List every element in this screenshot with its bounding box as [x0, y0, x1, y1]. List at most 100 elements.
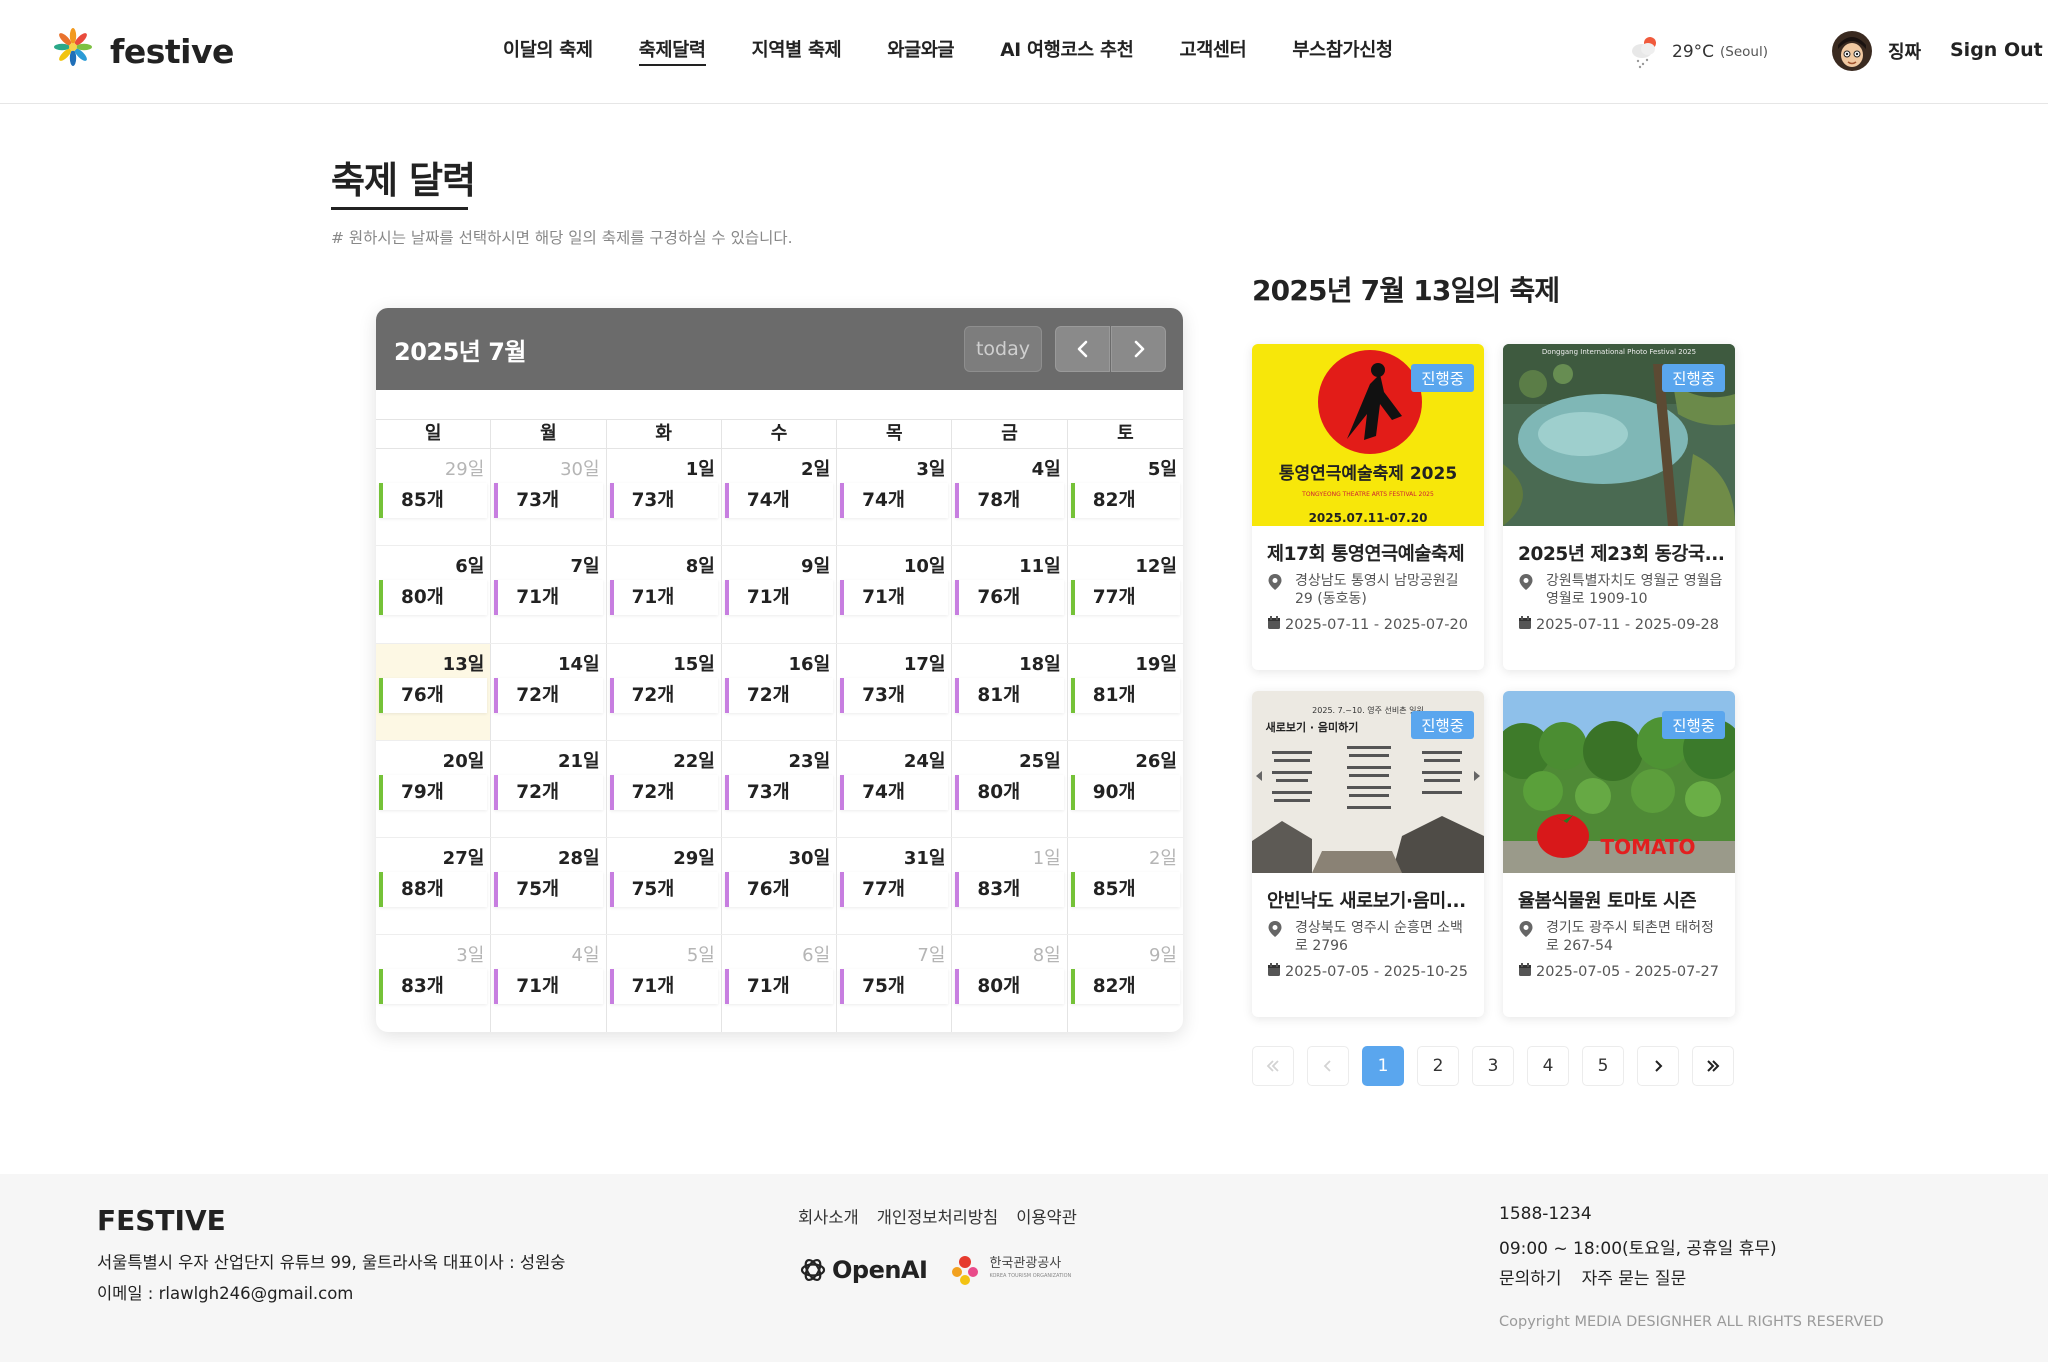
festival-count-event[interactable]: 83개 [955, 872, 1064, 908]
festival-count-event[interactable]: 71개 [724, 969, 834, 1005]
festival-count-event[interactable]: 90개 [1070, 774, 1180, 810]
festival-count-event[interactable]: 82개 [1070, 969, 1180, 1005]
festival-count-event[interactable]: 76개 [379, 677, 488, 713]
festival-count-event[interactable]: 71개 [609, 580, 718, 616]
festival-count-event[interactable]: 75개 [609, 872, 718, 908]
festival-card[interactable]: 통영연극예술축제 2025 TONGYEONG THEATRE ARTS FES… [1252, 344, 1484, 670]
today-button[interactable]: today [964, 326, 1042, 372]
festival-count-event[interactable]: 81개 [1070, 677, 1180, 713]
festival-count-event[interactable]: 75개 [494, 872, 603, 908]
festival-count-event[interactable]: 76개 [955, 580, 1064, 616]
calendar-day[interactable]: 26일 90개 [1068, 741, 1183, 837]
festival-count-event[interactable]: 72개 [494, 677, 603, 713]
calendar-day[interactable]: 2일 85개 [1068, 838, 1183, 934]
calendar-day[interactable]: 30일 76개 [722, 838, 838, 935]
calendar-day[interactable]: 7일 75개 [837, 935, 953, 1032]
calendar-day[interactable]: 4일 78개 [952, 449, 1068, 546]
nav-booth[interactable]: 부스참가신청 [1269, 36, 1415, 66]
calendar-day[interactable]: 30일 73개 [491, 449, 607, 546]
calendar-day[interactable]: 3일 74개 [837, 449, 953, 546]
page-button-2[interactable]: 2 [1417, 1046, 1459, 1086]
festival-count-event[interactable]: 75개 [840, 969, 949, 1005]
calendar-day[interactable]: 11일 76개 [952, 546, 1068, 643]
calendar-day[interactable]: 15일 72개 [607, 643, 722, 740]
festival-count-event[interactable]: 73개 [609, 483, 718, 518]
calendar-day[interactable]: 4일 71개 [491, 935, 607, 1032]
calendar-day[interactable]: 20일 79개 [376, 740, 492, 838]
festival-count-event[interactable]: 71개 [724, 580, 834, 616]
nav-support[interactable]: 고객센터 [1156, 36, 1269, 66]
festival-count-event[interactable]: 85개 [379, 483, 488, 518]
next-month-button[interactable] [1111, 326, 1166, 372]
calendar-day[interactable]: 8일 71개 [607, 546, 722, 643]
calendar-day[interactable]: 18일 81개 [952, 643, 1068, 740]
footer-link-contact[interactable]: 문의하기 [1499, 1264, 1562, 1289]
festival-count-event[interactable]: 80개 [955, 774, 1064, 810]
calendar-day[interactable]: 5일 82개 [1068, 449, 1183, 545]
calendar-day-selected[interactable]: 13일 76개 [376, 643, 492, 740]
festival-count-event[interactable]: 85개 [1070, 872, 1180, 908]
calendar-day[interactable]: 3일 83개 [376, 935, 492, 1032]
page-button-3[interactable]: 3 [1472, 1046, 1514, 1086]
festival-count-event[interactable]: 72개 [609, 677, 718, 713]
festival-count-event[interactable]: 74개 [840, 774, 949, 810]
nav-community[interactable]: 와글와글 [864, 36, 977, 66]
footer-link-terms[interactable]: 이용약관 [1016, 1204, 1077, 1228]
calendar-day[interactable]: 5일 71개 [607, 935, 722, 1032]
footer-link-about[interactable]: 회사소개 [798, 1204, 859, 1228]
calendar-day[interactable]: 27일 88개 [376, 838, 492, 935]
calendar-day[interactable]: 29일 75개 [607, 838, 722, 935]
festival-card[interactable]: TOMATO 진행중 율봄식물원 토마토 시즌 경기도 광주시 퇴촌면 태허정로… [1503, 691, 1735, 1017]
prev-page-button[interactable] [1307, 1046, 1349, 1086]
page-button-5[interactable]: 5 [1582, 1046, 1624, 1086]
user-menu[interactable]: 징짜 [1832, 31, 1921, 71]
festival-count-event[interactable]: 80개 [955, 969, 1064, 1005]
festival-count-event[interactable]: 72개 [609, 774, 718, 810]
logo[interactable]: festive [52, 22, 234, 71]
festival-count-event[interactable]: 77개 [1070, 580, 1180, 616]
nav-ai-course[interactable]: AI 여행코스 추천 [977, 36, 1156, 66]
calendar-day[interactable]: 8일 80개 [952, 935, 1068, 1032]
festival-count-event[interactable]: 82개 [1070, 483, 1180, 518]
festival-count-event[interactable]: 73개 [840, 677, 949, 713]
calendar-day[interactable]: 17일 73개 [837, 643, 953, 740]
nav-this-month[interactable]: 이달의 축제 [480, 36, 616, 66]
sign-out-button[interactable]: Sign Out [1950, 39, 2043, 61]
festival-count-event[interactable]: 71개 [609, 969, 718, 1005]
calendar-day[interactable]: 29일 85개 [376, 449, 492, 546]
calendar-day[interactable]: 19일 81개 [1068, 644, 1183, 740]
festival-count-event[interactable]: 76개 [724, 872, 834, 908]
calendar-day[interactable]: 23일 73개 [722, 740, 838, 838]
festival-card[interactable]: 2025. 7.~10. 영주 선비촌 일원 새로보기 · 음미하기 진행중 안… [1252, 691, 1484, 1017]
calendar-day[interactable]: 7일 71개 [491, 546, 607, 643]
calendar-day[interactable]: 12일 77개 [1068, 546, 1183, 642]
nav-regional[interactable]: 지역별 축제 [729, 36, 865, 66]
calendar-day[interactable]: 1일 73개 [607, 449, 722, 546]
festival-count-event[interactable]: 72개 [494, 774, 603, 810]
festival-count-event[interactable]: 74개 [724, 483, 834, 518]
last-page-button[interactable] [1692, 1046, 1734, 1086]
calendar-day[interactable]: 9일 71개 [722, 546, 838, 643]
calendar-day[interactable]: 22일 72개 [607, 740, 722, 838]
avatar[interactable] [1832, 31, 1872, 71]
festival-count-event[interactable]: 88개 [379, 872, 488, 908]
page-button-4[interactable]: 4 [1527, 1046, 1569, 1086]
footer-link-privacy[interactable]: 개인정보처리방침 [877, 1204, 998, 1228]
calendar-day[interactable]: 31일 77개 [837, 838, 953, 935]
festival-count-event[interactable]: 80개 [379, 580, 488, 616]
festival-count-event[interactable]: 73개 [724, 774, 834, 810]
calendar-day[interactable]: 2일 74개 [722, 449, 838, 546]
calendar-day[interactable]: 9일 82개 [1068, 935, 1183, 1031]
festival-count-event[interactable]: 78개 [955, 483, 1064, 518]
festival-count-event[interactable]: 81개 [955, 677, 1064, 713]
festival-card[interactable]: Donggang International Photo Festival 20… [1503, 344, 1735, 670]
festival-count-event[interactable]: 79개 [379, 774, 488, 810]
calendar-day[interactable]: 28일 75개 [491, 838, 607, 935]
festival-count-event[interactable]: 74개 [840, 483, 949, 518]
calendar-day[interactable]: 6일 80개 [376, 546, 492, 643]
footer-link-faq[interactable]: 자주 묻는 질문 [1582, 1264, 1687, 1289]
prev-month-button[interactable] [1055, 326, 1110, 372]
festival-count-event[interactable]: 71개 [494, 580, 603, 616]
festival-count-event[interactable]: 71개 [494, 969, 603, 1005]
calendar-day[interactable]: 25일 80개 [952, 740, 1068, 838]
